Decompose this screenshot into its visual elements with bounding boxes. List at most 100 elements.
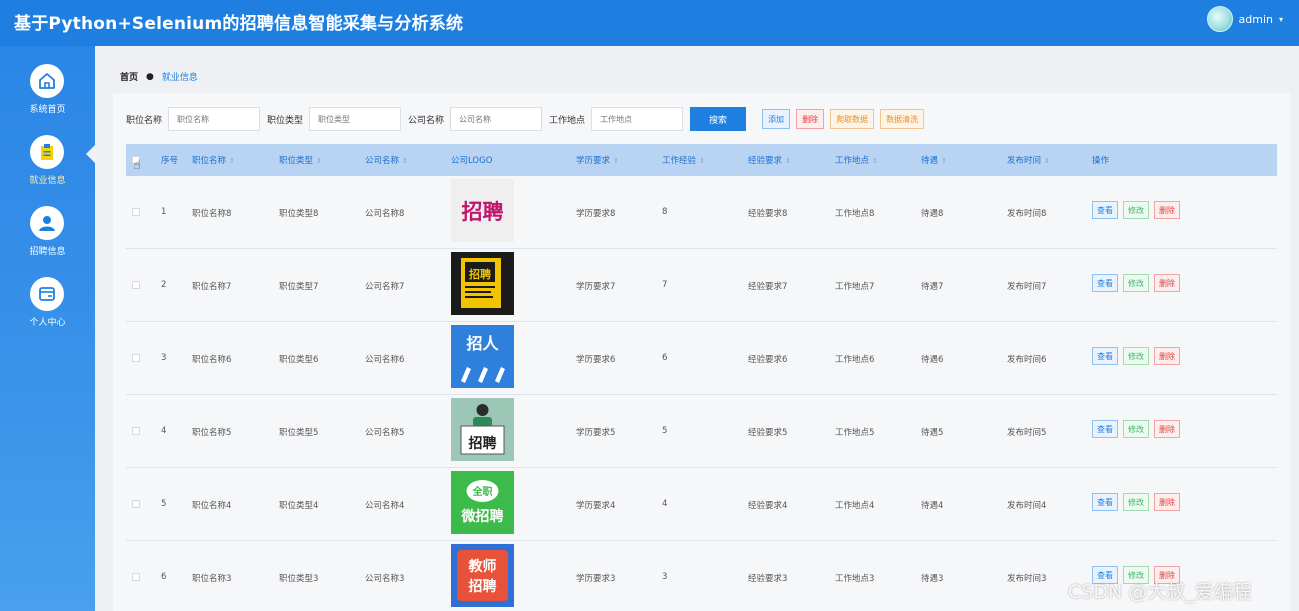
row-delete-button[interactable]: 删除: [1154, 420, 1180, 438]
cell-job-name: 职位名称7: [192, 282, 232, 292]
cell-company: 公司名称4: [365, 501, 405, 511]
table-row[interactable]: 4 职位名称5 职位类型5 公司名称5 学历要求5 5 经验要求5 工作地点5 待遇5 发布时间5…: [126, 395, 1277, 468]
row-delete-button[interactable]: 删除: [1154, 347, 1180, 365]
edit-button[interactable]: 修改: [1123, 347, 1149, 365]
wallet-icon: [30, 277, 64, 311]
delete-button[interactable]: 删除: [796, 109, 825, 129]
row-delete-button[interactable]: 删除: [1154, 274, 1180, 292]
cell-education: 学历要求3: [576, 574, 616, 584]
filter-bar: 职位名称 职位类型 公司名称 工作地点 搜索 添加 删除 爬取数据 数据清洗: [126, 107, 930, 131]
table-row[interactable]: 5 职位名称4 职位类型4 公司名称4 学历要求4 4 经验要求4 工作地点4 待遇4 发布时间4…: [126, 468, 1277, 541]
col-benefits[interactable]: 待遇 ⇕: [921, 154, 947, 166]
edit-button[interactable]: 修改: [1123, 201, 1149, 219]
job-name-input[interactable]: [168, 107, 261, 131]
view-button[interactable]: 查看: [1092, 201, 1118, 219]
row-checkbox[interactable]: [132, 573, 140, 581]
cell-benefits: 待遇6: [921, 355, 944, 365]
edit-button[interactable]: 修改: [1123, 420, 1149, 438]
company-label: 公司名称: [408, 115, 445, 126]
row-checkbox[interactable]: [132, 500, 140, 508]
svg-text:教师: 教师: [469, 558, 497, 575]
col-company[interactable]: 公司名称 ⇕: [365, 154, 408, 166]
col-logo: 公司LOGO: [451, 156, 493, 166]
cell-experience: 经验要求5: [748, 428, 788, 438]
sidebar-item-profile[interactable]: 个人中心: [0, 277, 95, 347]
cell-index: 5: [161, 499, 167, 509]
sidebar-item-recruit[interactable]: 招聘信息: [0, 206, 95, 276]
col-actions: 操作: [1092, 156, 1110, 166]
edit-button[interactable]: 修改: [1123, 274, 1149, 292]
svg-text:招聘: 招聘: [469, 435, 497, 452]
hand-cursor-icon: ☝: [133, 158, 141, 173]
cell-job-type: 职位类型4: [279, 501, 319, 511]
sidebar-item-home[interactable]: 系统首页: [0, 64, 95, 134]
row-checkbox[interactable]: [132, 281, 140, 289]
table-row[interactable]: 2 职位名称7 职位类型7 公司名称7 学历要求7 7 经验要求7 工作地点7 待遇7 发布时间7…: [126, 249, 1277, 322]
company-input[interactable]: [450, 107, 543, 131]
user-menu[interactable]: admin ▾: [1206, 6, 1283, 32]
table-header: 序号 职位名称 ⇕ 职位类型 ⇕ 公司名称 ⇕ 公司LOGO 学历要求 ⇕ 工作经验 ⇕ …: [126, 144, 1277, 176]
cell-education: 学历要求8: [576, 209, 616, 219]
company-logo: 全职 微招聘: [451, 471, 514, 534]
add-button[interactable]: 添加: [762, 109, 791, 129]
col-years[interactable]: 工作经验 ⇕: [662, 154, 705, 166]
breadcrumb: 首页 ● 就业信息: [120, 70, 198, 84]
view-button[interactable]: 查看: [1092, 420, 1118, 438]
breadcrumb-current: 就业信息: [161, 73, 198, 83]
row-actions: 查看 修改 删除: [1092, 493, 1180, 511]
cell-benefits: 待遇8: [921, 209, 944, 219]
breadcrumb-home[interactable]: 首页: [120, 70, 138, 83]
location-input[interactable]: [591, 107, 684, 131]
cell-years: 4: [662, 499, 668, 509]
col-job-type[interactable]: 职位类型 ⇕: [279, 154, 322, 166]
cell-benefits: 待遇5: [921, 428, 944, 438]
cell-publish: 发布时间8: [1007, 209, 1047, 219]
cell-company: 公司名称7: [365, 282, 405, 292]
cell-years: 3: [662, 572, 668, 582]
company-logo: 招聘: [451, 179, 514, 242]
view-button[interactable]: 查看: [1092, 274, 1118, 292]
svg-text:招聘: 招聘: [469, 578, 497, 595]
search-button[interactable]: 搜索: [690, 107, 747, 131]
username[interactable]: admin: [1239, 13, 1273, 26]
cell-experience: 经验要求3: [748, 574, 788, 584]
cell-company: 公司名称5: [365, 428, 405, 438]
col-education[interactable]: 学历要求 ⇕: [576, 154, 619, 166]
cell-experience: 经验要求6: [748, 355, 788, 365]
job-type-input[interactable]: [309, 107, 402, 131]
avatar[interactable]: [1206, 6, 1233, 32]
sidebar-item-jobs[interactable]: 就业信息: [0, 135, 95, 205]
cell-education: 学历要求5: [576, 428, 616, 438]
app-title: 基于Python+Selenium的招聘信息智能采集与分析系统: [14, 14, 464, 34]
row-actions: 查看 修改 删除: [1092, 347, 1180, 365]
svg-text:招聘: 招聘: [469, 267, 491, 281]
crawl-data-button[interactable]: 爬取数据: [830, 109, 875, 129]
col-experience[interactable]: 经验要求 ⇕: [748, 154, 791, 166]
col-job-name[interactable]: 职位名称 ⇕: [192, 154, 235, 166]
sidebar-item-label: 系统首页: [29, 105, 66, 115]
col-index: 序号: [161, 156, 179, 166]
row-checkbox[interactable]: [132, 354, 140, 362]
row-delete-button[interactable]: 删除: [1154, 201, 1180, 219]
edit-button[interactable]: 修改: [1123, 493, 1149, 511]
cell-index: 2: [161, 280, 167, 290]
view-button[interactable]: 查看: [1092, 347, 1118, 365]
table-row[interactable]: 3 职位名称6 职位类型6 公司名称6 学历要求6 6 经验要求6 工作地点6 待遇6 发布时间6…: [126, 322, 1277, 395]
clean-data-button[interactable]: 数据清洗: [880, 109, 925, 129]
chevron-down-icon[interactable]: ▾: [1279, 15, 1283, 24]
col-location[interactable]: 工作地点 ⇕: [835, 154, 878, 166]
sort-icon: ⇕: [229, 157, 235, 165]
svg-text:招人: 招人: [466, 334, 499, 353]
cell-education: 学历要求6: [576, 355, 616, 365]
col-publish[interactable]: 发布时间 ⇕: [1007, 154, 1050, 166]
row-checkbox[interactable]: [132, 208, 140, 216]
cell-education: 学历要求4: [576, 501, 616, 511]
top-bar: 基于Python+Selenium的招聘信息智能采集与分析系统 admin ▾: [0, 0, 1299, 46]
table-row[interactable]: 1 职位名称8 职位类型8 公司名称8 学历要求8 8 经验要求8 工作地点8 待遇8 发布时间8…: [126, 176, 1277, 249]
row-delete-button[interactable]: 删除: [1154, 493, 1180, 511]
cell-publish: 发布时间5: [1007, 428, 1047, 438]
company-logo: 招聘: [451, 252, 514, 315]
row-checkbox[interactable]: [132, 427, 140, 435]
view-button[interactable]: 查看: [1092, 493, 1118, 511]
row-actions: 查看 修改 删除: [1092, 420, 1180, 438]
